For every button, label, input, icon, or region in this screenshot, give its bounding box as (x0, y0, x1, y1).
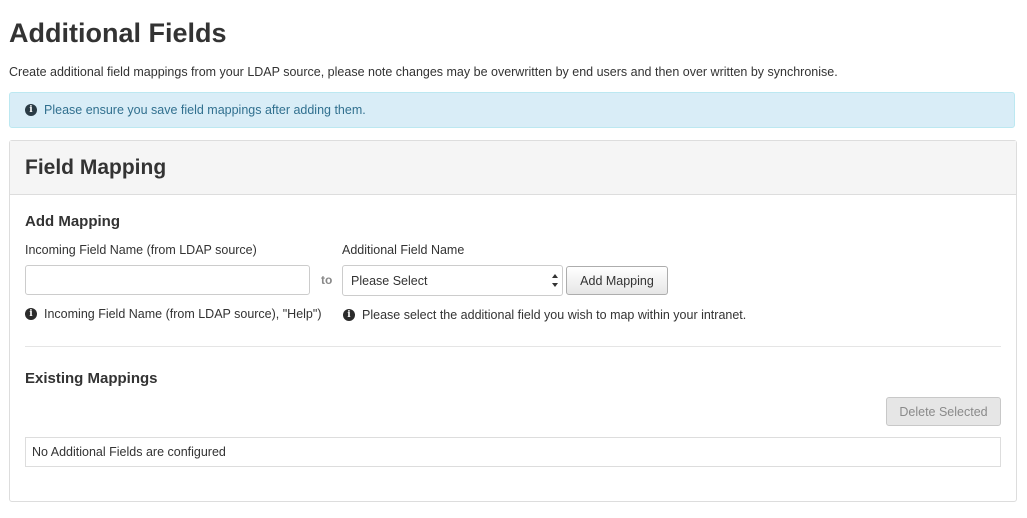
empty-table-message: No Additional Fields are configured (32, 445, 226, 459)
additional-field-help: i Please select the additional field you… (343, 308, 746, 322)
additional-field-label: Additional Field Name (342, 243, 465, 257)
panel-heading: Field Mapping (10, 141, 1016, 195)
incoming-help-text: Incoming Field Name (from LDAP source), … (44, 307, 322, 321)
select-arrows-icon (551, 274, 558, 287)
add-mapping-button[interactable]: Add Mapping (566, 266, 668, 295)
to-label: to (321, 273, 333, 287)
info-icon: i (343, 309, 355, 321)
incoming-field-label: Incoming Field Name (from LDAP source) (25, 243, 257, 257)
panel-title: Field Mapping (25, 156, 167, 179)
field-mapping-panel: Field Mapping Add Mapping Incoming Field… (9, 140, 1017, 502)
incoming-field-input[interactable] (25, 265, 310, 295)
info-icon: i (25, 104, 37, 116)
existing-mappings-heading: Existing Mappings (25, 370, 158, 387)
delete-selected-button[interactable]: Delete Selected (886, 397, 1001, 426)
section-divider (25, 346, 1001, 347)
info-alert: i Please ensure you save field mappings … (9, 92, 1015, 128)
info-icon: i (25, 308, 37, 320)
page-title: Additional Fields (9, 18, 227, 48)
add-mapping-heading: Add Mapping (25, 213, 120, 230)
additional-field-select[interactable]: Please Select (342, 265, 563, 296)
existing-mappings-table: No Additional Fields are configured (25, 437, 1001, 467)
page-description: Create additional field mappings from yo… (9, 65, 838, 79)
additional-help-text: Please select the additional field you w… (362, 308, 747, 322)
alert-text: Please ensure you save field mappings af… (44, 103, 366, 117)
incoming-field-help: i Incoming Field Name (from LDAP source)… (25, 307, 321, 321)
select-value: Please Select (351, 273, 428, 288)
